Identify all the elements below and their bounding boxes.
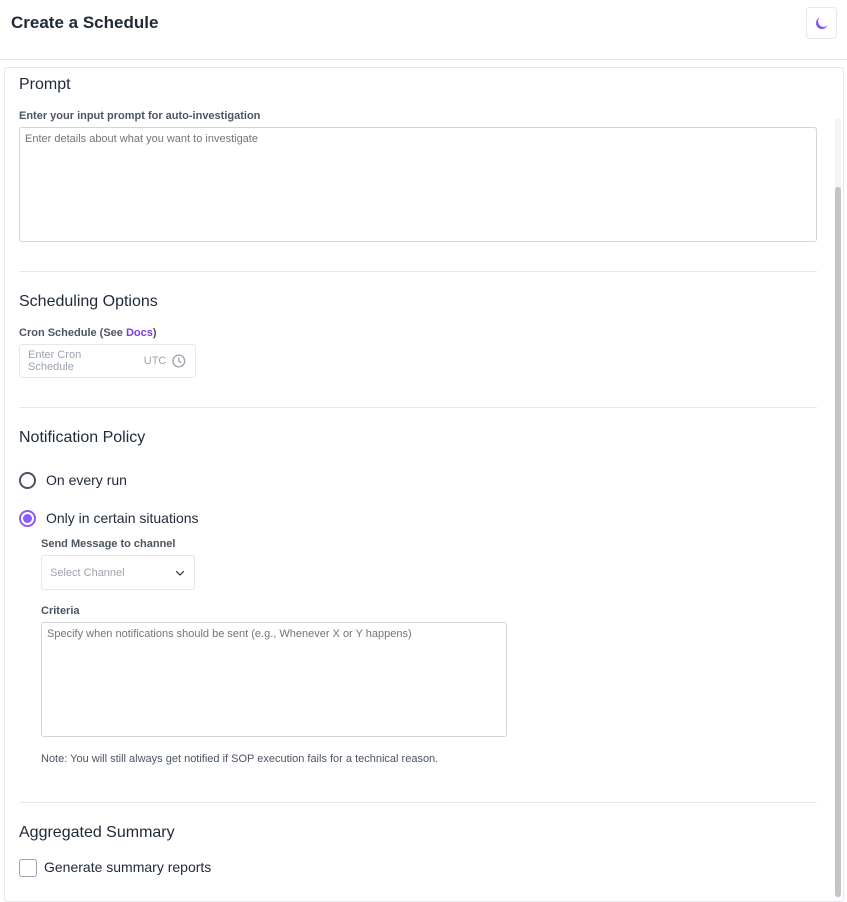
- timezone-label: UTC: [143, 355, 167, 367]
- criteria-label: Criteria: [41, 605, 80, 617]
- radio-selected-dot: [23, 514, 32, 523]
- channel-label: Send Message to channel: [41, 538, 176, 550]
- scrollbar-thumb[interactable]: [835, 187, 841, 897]
- summary-checkbox[interactable]: [19, 859, 37, 877]
- radio-certain-situations[interactable]: [19, 510, 36, 527]
- moon-icon: [815, 16, 828, 29]
- notification-section-title: Notification Policy: [19, 429, 146, 446]
- prompt-textarea[interactable]: [19, 127, 817, 242]
- prompt-section-title: Prompt: [19, 76, 71, 93]
- section-divider: [19, 802, 817, 803]
- prompt-label: Enter your input prompt for auto-investi…: [19, 110, 261, 122]
- chevron-down-icon: [175, 570, 185, 576]
- notification-note: Note: You will still always get notified…: [41, 753, 439, 765]
- cron-label-suffix: ): [152, 327, 157, 339]
- radio-certain-situations-label[interactable]: Only in certain situations: [46, 510, 199, 526]
- section-divider: [19, 271, 817, 272]
- cron-label: Cron Schedule (See Docs): [19, 327, 157, 339]
- cron-label-text: Cron Schedule (See: [19, 327, 126, 339]
- docs-link[interactable]: Docs: [126, 327, 153, 339]
- section-divider: [19, 407, 817, 408]
- radio-every-run-label[interactable]: On every run: [46, 472, 127, 488]
- cron-placeholder: Enter Cron Schedule: [28, 349, 82, 373]
- channel-placeholder: Select Channel: [50, 566, 125, 579]
- clock-icon: [172, 354, 186, 368]
- scheduling-section-title: Scheduling Options: [19, 293, 158, 310]
- criteria-textarea[interactable]: [41, 622, 507, 737]
- summary-checkbox-label[interactable]: Generate summary reports: [44, 859, 211, 875]
- channel-select[interactable]: Select Channel: [41, 555, 195, 590]
- radio-every-run[interactable]: [19, 472, 36, 489]
- cron-schedule-input[interactable]: Enter Cron Schedule UTC: [19, 344, 196, 378]
- top-bar: Create a Schedule: [0, 0, 847, 60]
- theme-toggle-button[interactable]: [806, 7, 837, 39]
- page-title: Create a Schedule: [11, 13, 159, 32]
- summary-section-title: Aggregated Summary: [19, 824, 175, 841]
